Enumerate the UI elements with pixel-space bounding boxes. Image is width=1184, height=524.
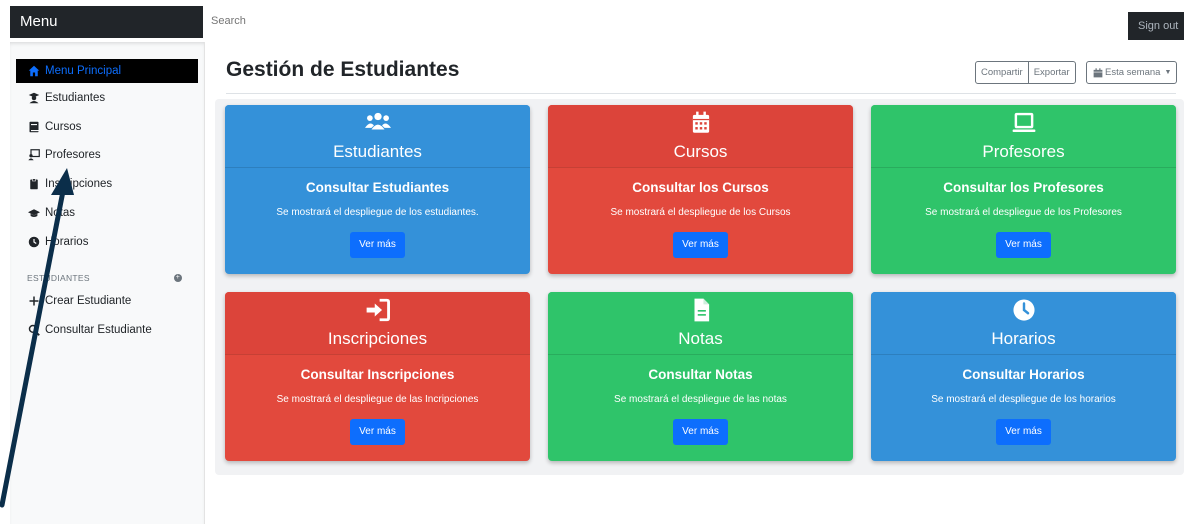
sidebar-item-label: Horarios <box>45 236 89 248</box>
calendar-icon <box>548 110 853 136</box>
card-title: Inscripciones <box>327 329 428 348</box>
card-notas: Notas Consultar Notas Se mostrará el des… <box>548 292 853 461</box>
clock-icon <box>871 297 1176 323</box>
card-description: Se mostrará el despliegue de los Profeso… <box>925 207 1122 218</box>
chalkboard-teacher-icon <box>27 148 41 162</box>
card-description: Se mostrará el despliegue de las notas <box>614 394 787 405</box>
book-icon <box>27 120 41 134</box>
card-description: Se mostrará el despliegue de los horario… <box>931 394 1116 405</box>
clipboard-icon <box>27 177 41 191</box>
sidebar-item-label: Estudiantes <box>45 92 106 104</box>
sidebar-item-label: Inscripciones <box>45 178 113 190</box>
header-divider <box>226 93 1176 94</box>
sidebar-item-label: Profesores <box>45 149 101 161</box>
search-input[interactable] <box>211 11 1111 31</box>
sidebar-item-consultar-estudiante[interactable]: Consultar Estudiante <box>16 318 198 342</box>
graduation-cap-icon <box>27 206 41 220</box>
home-icon <box>27 64 41 78</box>
sign-out-button[interactable]: Sign out <box>1128 12 1184 40</box>
ver-mas-button[interactable]: Ver más <box>996 419 1051 445</box>
clock-icon <box>27 235 41 249</box>
card-title: Profesores <box>982 142 1065 161</box>
sidebar-item-notas[interactable]: Notas <box>16 201 198 225</box>
calendar-icon <box>1093 67 1103 77</box>
card-horarios: Horarios Consultar Horarios Se mostrará … <box>871 292 1176 461</box>
week-dropdown-label: Esta semana <box>1105 67 1161 78</box>
sidebar-section-header: ESTUDIANTES + <box>27 273 182 283</box>
card-cursos: Cursos Consultar los Cursos Se mostrará … <box>548 105 853 274</box>
sidebar-item-horarios[interactable]: Horarios <box>16 230 198 254</box>
card-title: Horarios <box>991 329 1056 348</box>
card-description: Se mostrará el despliegue de las Incripc… <box>276 394 479 405</box>
sidebar-item-estudiantes[interactable]: Estudiantes <box>16 86 198 110</box>
sidebar-item-profesores[interactable]: Profesores <box>16 143 198 167</box>
sidebar-section-title: ESTUDIANTES <box>27 273 90 283</box>
plus-icon <box>27 294 41 308</box>
card-inscripciones: Inscripciones Consultar Inscripciones Se… <box>225 292 530 461</box>
sidebar-item-label: Notas <box>45 207 76 219</box>
sidebar-item-label: Crear Estudiante <box>45 295 132 307</box>
card-title: Cursos <box>673 142 728 161</box>
navbar-brand[interactable]: Menu <box>10 6 203 38</box>
share-button[interactable]: Compartir <box>976 62 1028 83</box>
chevron-down-icon: ▼ <box>1164 69 1172 76</box>
card-subtitle: Consultar los Cursos <box>632 180 769 195</box>
ver-mas-button[interactable]: Ver más <box>350 232 405 258</box>
card-subtitle: Consultar Notas <box>648 367 753 382</box>
ver-mas-button[interactable]: Ver más <box>350 419 405 445</box>
sidebar-item-cursos[interactable]: Cursos <box>16 115 198 139</box>
sidebar-item-label: Cursos <box>45 121 82 133</box>
export-button[interactable]: Exportar <box>1027 62 1075 83</box>
ver-mas-button[interactable]: Ver más <box>996 232 1051 258</box>
week-dropdown-button[interactable]: Esta semana ▼ <box>1086 61 1177 84</box>
card-profesores: Profesores Consultar los Profesores Se m… <box>871 105 1176 274</box>
ver-mas-button[interactable]: Ver más <box>673 419 728 445</box>
file-icon <box>548 297 853 323</box>
sidebar-item-menu-principal[interactable]: Menu Principal <box>16 59 198 83</box>
sidebar-item-crear-estudiante[interactable]: Crear Estudiante <box>16 289 198 313</box>
page-title: Gestión de Estudiantes <box>226 58 460 81</box>
sidebar: Menu Principal Estudiantes Cursos Profes… <box>10 42 205 524</box>
laptop-icon <box>871 110 1176 136</box>
sign-in-icon <box>225 297 530 323</box>
search-icon <box>27 323 41 337</box>
sidebar-item-label: Menu Principal <box>45 65 122 77</box>
ver-mas-button[interactable]: Ver más <box>673 232 728 258</box>
card-description: Se mostrará el despliegue de los estudia… <box>276 207 479 218</box>
card-description: Se mostrará el despliegue de los Cursos <box>610 207 791 218</box>
users-icon <box>225 110 530 136</box>
card-title: Notas <box>678 329 723 348</box>
card-subtitle: Consultar Horarios <box>962 367 1085 382</box>
sidebar-item-inscripciones[interactable]: Inscripciones <box>16 172 198 196</box>
user-graduate-icon <box>27 91 41 105</box>
add-section-icon[interactable]: + <box>174 274 182 282</box>
card-estudiantes: Estudiantes Consultar Estudiantes Se mos… <box>225 105 530 274</box>
top-navbar: Menu Sign out <box>0 0 1184 42</box>
card-subtitle: Consultar los Profesores <box>943 180 1104 195</box>
card-title: Estudiantes <box>333 142 422 161</box>
card-subtitle: Consultar Estudiantes <box>305 180 450 195</box>
sidebar-item-label: Consultar Estudiante <box>45 324 152 336</box>
share-export-group: Compartir Exportar <box>975 61 1076 84</box>
card-subtitle: Consultar Inscripciones <box>300 367 455 382</box>
